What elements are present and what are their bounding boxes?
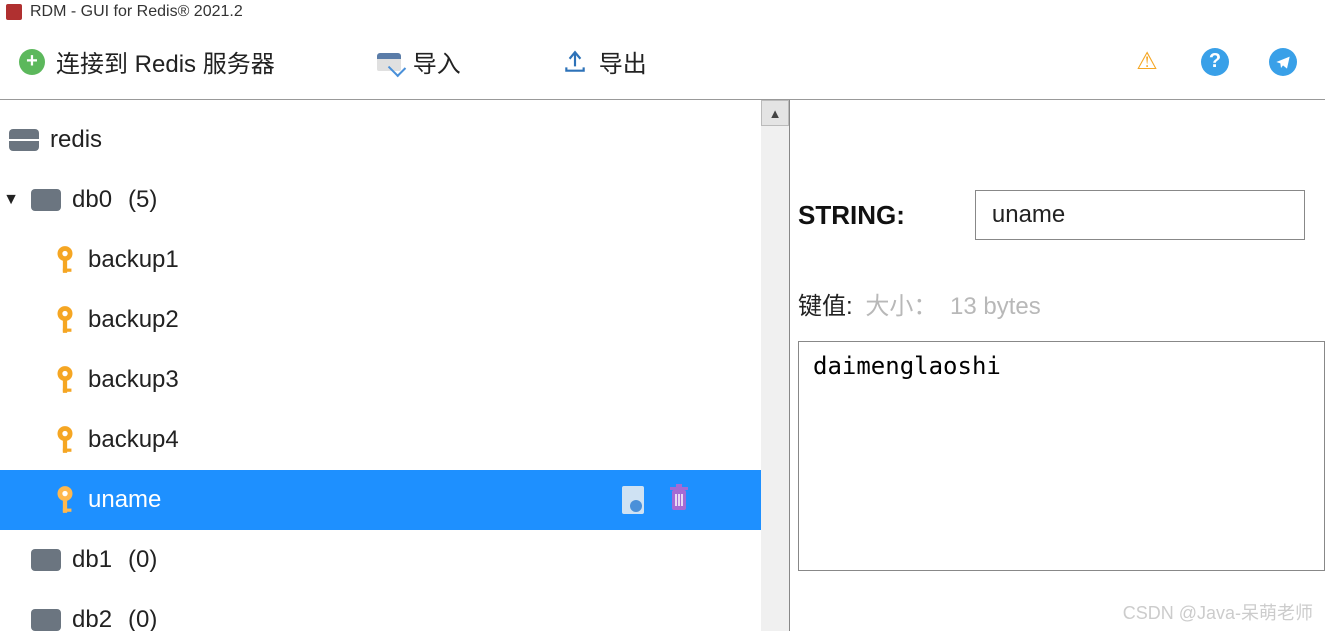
expand-arrow-icon: ▼ bbox=[2, 191, 20, 209]
tree-key-row[interactable]: backup4 bbox=[0, 410, 761, 470]
tree-key-row[interactable]: backup2 bbox=[0, 290, 761, 350]
import-icon bbox=[375, 48, 403, 76]
plus-circle-icon: + bbox=[18, 48, 46, 76]
help-button[interactable]: ? bbox=[1195, 42, 1235, 82]
connect-redis-button[interactable]: + 连接到 Redis 服务器 bbox=[8, 40, 285, 83]
export-label: 导出 bbox=[599, 44, 647, 79]
value-meta: 键值: 大小： 13 bytes bbox=[798, 286, 1325, 321]
telegram-button[interactable] bbox=[1263, 42, 1303, 82]
value-meta-label: 键值: bbox=[798, 293, 853, 320]
tree-panel: redis ▼ db0 (5) backup1 backup2 backup3 backup… bbox=[0, 100, 790, 631]
app-logo-icon bbox=[6, 4, 22, 20]
tree-scrollbar[interactable]: ▲ bbox=[761, 100, 789, 631]
size-value: 13 bytes bbox=[950, 293, 1041, 320]
db-count: (0) bbox=[128, 546, 157, 574]
copy-key-button[interactable] bbox=[619, 484, 647, 516]
warning-button[interactable]: ⚠ bbox=[1127, 42, 1167, 82]
key-label: backup1 bbox=[88, 246, 179, 274]
watermark: CSDN @Java-呆萌老师 bbox=[1123, 599, 1313, 625]
key-icon bbox=[52, 365, 78, 395]
key-label: uname bbox=[88, 486, 161, 514]
tree-server-row[interactable]: redis bbox=[0, 110, 761, 170]
database-icon bbox=[30, 544, 62, 576]
database-icon bbox=[30, 604, 62, 631]
key-tree[interactable]: redis ▼ db0 (5) backup1 backup2 backup3 backup… bbox=[0, 100, 761, 631]
tree-db-row[interactable]: ▼ db0 (5) bbox=[0, 170, 761, 230]
connect-redis-label: 连接到 Redis 服务器 bbox=[56, 44, 275, 79]
help-icon: ? bbox=[1201, 48, 1229, 76]
database-icon bbox=[30, 184, 62, 216]
key-icon bbox=[52, 425, 78, 455]
import-label: 导入 bbox=[413, 44, 461, 79]
key-icon bbox=[52, 305, 78, 335]
key-name-input[interactable]: uname bbox=[975, 190, 1305, 240]
scroll-up-button[interactable]: ▲ bbox=[761, 100, 789, 126]
telegram-icon bbox=[1269, 48, 1297, 76]
tree-key-row[interactable]: uname bbox=[0, 470, 761, 530]
detail-panel: STRING: uname 键值: 大小： 13 bytes daimengla… bbox=[790, 100, 1325, 631]
tree-key-row[interactable]: backup3 bbox=[0, 350, 761, 410]
key-label: backup3 bbox=[88, 366, 179, 394]
titlebar: RDM - GUI for Redis® 2021.2 bbox=[0, 0, 1325, 24]
size-label: 大小： bbox=[865, 293, 937, 320]
db-label: db1 bbox=[72, 546, 112, 574]
row-actions bbox=[619, 484, 691, 516]
warning-icon: ⚠ bbox=[1136, 47, 1158, 76]
key-icon bbox=[52, 245, 78, 275]
main-toolbar: + 连接到 Redis 服务器 导入 导出 ⚠ ? bbox=[0, 24, 1325, 100]
tree-db-row[interactable]: db1 (0) bbox=[0, 530, 761, 590]
db-count: (5) bbox=[128, 186, 157, 214]
db-label: db2 bbox=[72, 606, 112, 631]
server-icon bbox=[8, 124, 40, 156]
key-label: backup2 bbox=[88, 306, 179, 334]
key-label: backup4 bbox=[88, 426, 179, 454]
export-icon bbox=[561, 48, 589, 76]
export-button[interactable]: 导出 bbox=[551, 40, 657, 83]
value-content[interactable]: daimenglaoshi bbox=[798, 341, 1325, 571]
key-icon bbox=[52, 485, 78, 515]
tree-key-row[interactable]: backup1 bbox=[0, 230, 761, 290]
db-count: (0) bbox=[128, 606, 157, 631]
delete-key-button[interactable] bbox=[667, 484, 691, 512]
tree-db-row[interactable]: db2 (0) bbox=[0, 590, 761, 631]
import-button[interactable]: 导入 bbox=[365, 40, 471, 83]
window-title: RDM - GUI for Redis® 2021.2 bbox=[30, 3, 243, 21]
db-label: db0 bbox=[72, 186, 112, 214]
server-label: redis bbox=[50, 126, 102, 154]
value-type-label: STRING: bbox=[798, 200, 905, 231]
